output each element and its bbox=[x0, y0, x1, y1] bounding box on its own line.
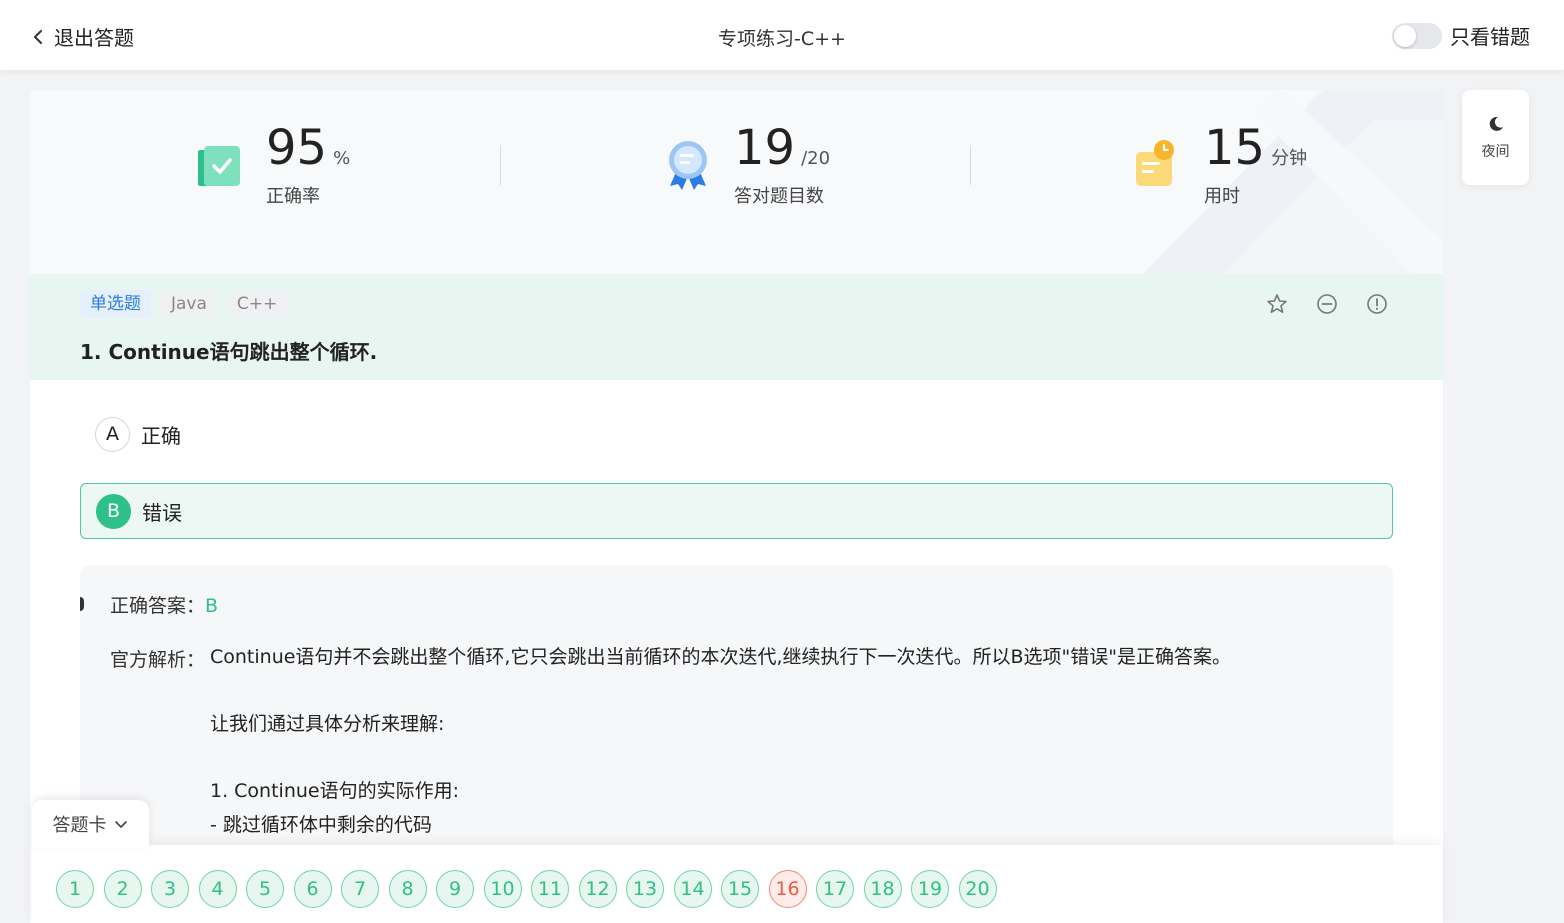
report-icon[interactable] bbox=[1365, 292, 1389, 316]
question-header: 单选题 Java C++ 1. Continue语句跳出整个循环. bbox=[30, 274, 1443, 380]
question-number-14[interactable]: 14 bbox=[673, 870, 712, 908]
tag-question-type: 单选题 bbox=[80, 290, 151, 318]
question-number-20[interactable]: 20 bbox=[958, 870, 997, 908]
option-letter: B bbox=[96, 493, 131, 529]
option-text: 正确 bbox=[141, 423, 181, 448]
night-mode-label: 夜间 bbox=[1481, 143, 1510, 160]
question-number-16[interactable]: 16 bbox=[768, 870, 807, 908]
answer-card-bar: 1 2 3 4 5 6 7 8 9 10 11 12 13 14 15 16 17 18 19 20 bbox=[32, 845, 1442, 923]
wrong-only-label: 只看错题 bbox=[1450, 25, 1530, 49]
page-title: 专项练习-C++ bbox=[718, 28, 846, 50]
question-number-4[interactable]: 4 bbox=[198, 870, 237, 908]
explanation-line bbox=[210, 746, 1370, 779]
question-number-1[interactable]: 1 bbox=[56, 870, 94, 908]
explanation-label: 官方解析： bbox=[110, 649, 206, 671]
answer-card-label: 答题卡 bbox=[52, 815, 107, 836]
night-mode-button[interactable]: 夜间 bbox=[1462, 90, 1529, 185]
question-number-7[interactable]: 7 bbox=[341, 870, 379, 908]
correct-answer-row: 正确答案：B bbox=[110, 591, 218, 618]
option-text: 错误 bbox=[142, 500, 182, 525]
explanation-line bbox=[210, 679, 1370, 712]
question-number-18[interactable]: 18 bbox=[863, 870, 902, 908]
question-number-2[interactable]: 2 bbox=[103, 870, 142, 908]
question-number-11[interactable]: 11 bbox=[531, 870, 569, 908]
tag-java: Java bbox=[161, 290, 217, 318]
wrong-only-toggle-group: 只看错题 bbox=[1392, 21, 1530, 50]
correct-answer-value: B bbox=[205, 595, 219, 617]
question-number-9[interactable]: 9 bbox=[436, 870, 474, 908]
accuracy-value: 95 bbox=[266, 120, 328, 176]
correct-count-caption: 答对题目数 bbox=[734, 186, 824, 207]
correct-count-value: 19 bbox=[734, 120, 796, 176]
moon-icon bbox=[1489, 116, 1503, 131]
question-number-13[interactable]: 13 bbox=[626, 870, 664, 908]
question-tags: 单选题 Java C++ bbox=[80, 290, 288, 318]
toggle-knob bbox=[1394, 24, 1416, 47]
stats-divider bbox=[500, 145, 501, 185]
accuracy-caption: 正确率 bbox=[266, 186, 320, 207]
explanation-body: Continue语句并不会跳出整个循环,它只会跳出当前循环的本次迭代,继续执行下… bbox=[210, 645, 1370, 847]
main-panel: 95% 正确率 19/20 答对题目数 15 分钟 用时 单选题 Java C+… bbox=[30, 90, 1443, 923]
question-number-15[interactable]: 15 bbox=[721, 870, 759, 908]
question-number-3[interactable]: 3 bbox=[151, 870, 189, 908]
stat-time: 15 分钟 用时 bbox=[1132, 124, 1307, 208]
question-number-10[interactable]: 10 bbox=[483, 870, 522, 908]
time-unit: 分钟 bbox=[1271, 148, 1308, 169]
tag-cpp: C++ bbox=[226, 290, 288, 318]
question-number-17[interactable]: 17 bbox=[816, 870, 854, 908]
time-value: 15 bbox=[1204, 120, 1266, 176]
question-number-19[interactable]: 19 bbox=[911, 870, 949, 908]
accuracy-book-icon bbox=[198, 146, 240, 186]
stat-accuracy: 95% 正确率 bbox=[194, 124, 350, 208]
option-b-selected[interactable]: B 错误 bbox=[80, 483, 1393, 539]
stats-divider bbox=[970, 145, 971, 185]
analysis-panel: 正确答案：B 官方解析： Continue语句并不会跳出整个循环,它只会跳出当前… bbox=[80, 565, 1393, 865]
star-icon[interactable] bbox=[1265, 292, 1289, 316]
question-number-12[interactable]: 12 bbox=[578, 870, 617, 908]
explanation-line: 让我们通过具体分析来理解: bbox=[210, 713, 445, 735]
question-number-8[interactable]: 8 bbox=[388, 870, 427, 908]
stats-banner: 95% 正确率 19/20 答对题目数 15 分钟 用时 bbox=[30, 90, 1443, 274]
answer-card-toggle[interactable]: 答题卡 bbox=[32, 800, 149, 848]
question-title: 1. Continue语句跳出整个循环. bbox=[80, 340, 378, 364]
option-letter: A bbox=[95, 416, 130, 452]
clock-note-icon bbox=[1136, 140, 1174, 186]
top-bar: 退出答题 专项练习-C++ 只看错题 bbox=[0, 0, 1564, 70]
wrong-only-toggle[interactable] bbox=[1392, 22, 1442, 49]
option-a[interactable]: A 正确 bbox=[80, 406, 1393, 462]
question-number-list: 1 2 3 4 5 6 7 8 9 10 11 12 13 14 15 16 17 18 19 20 bbox=[56, 870, 997, 908]
correct-answer-label: 正确答案： bbox=[110, 595, 206, 617]
question-actions bbox=[1265, 292, 1389, 316]
question-number-6[interactable]: 6 bbox=[293, 870, 332, 908]
correct-count-total: /20 bbox=[801, 148, 831, 169]
accuracy-unit: % bbox=[333, 148, 351, 169]
explanation-line: Continue语句并不会跳出整个循环,它只会跳出当前循环的本次迭代,继续执行下… bbox=[210, 646, 1232, 668]
time-caption: 用时 bbox=[1204, 186, 1240, 207]
explanation-line: - 跳过循环体中剩余的代码 bbox=[210, 814, 432, 836]
stat-correct-count: 19/20 答对题目数 bbox=[662, 124, 830, 208]
question-number-5[interactable]: 5 bbox=[246, 870, 284, 908]
chevron-down-icon bbox=[114, 821, 127, 828]
ribbon-badge-icon bbox=[669, 141, 707, 190]
minus-circle-icon[interactable] bbox=[1315, 292, 1339, 316]
explanation-line: 1. Continue语句的实际作用: bbox=[210, 780, 460, 802]
analysis-marker bbox=[80, 597, 84, 611]
